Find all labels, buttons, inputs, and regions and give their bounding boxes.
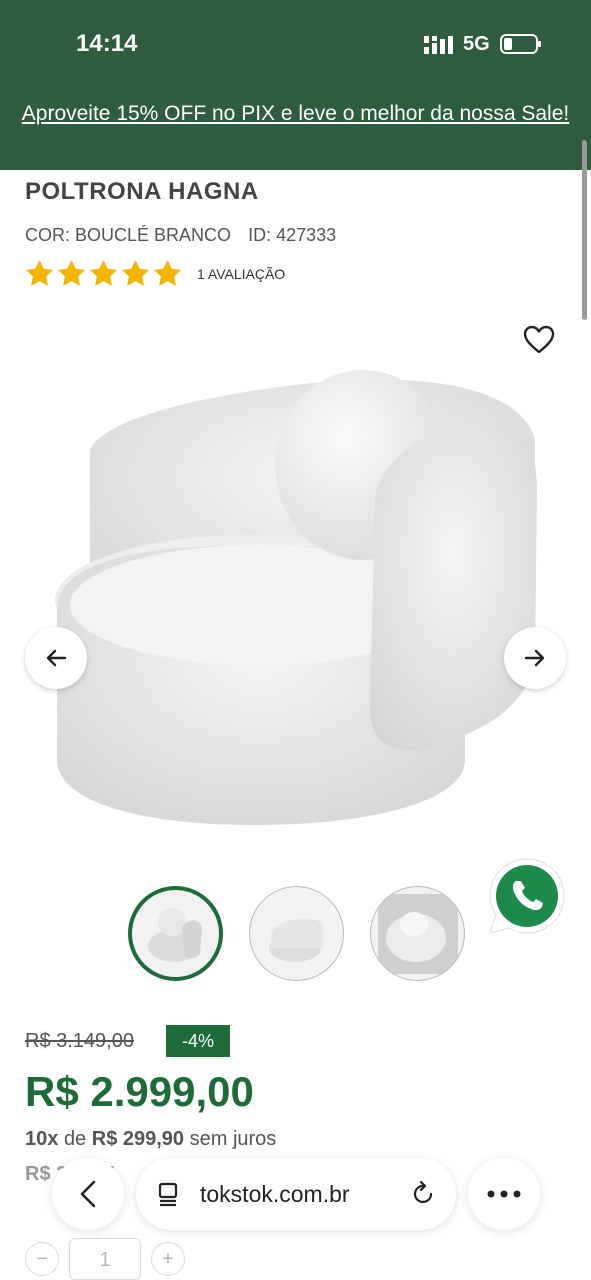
reviews-link[interactable]: 1 AVALIAÇÃO [197, 266, 285, 282]
gallery-thumbnails [128, 886, 465, 981]
installments-count: 10x [25, 1128, 59, 1150]
whatsapp-icon[interactable] [486, 855, 568, 937]
quantity-plus-button[interactable]: + [151, 1242, 185, 1276]
quantity-minus-button[interactable]: − [25, 1242, 59, 1276]
signal-icon [424, 36, 453, 54]
back-icon [80, 1180, 96, 1208]
gallery-prev-button[interactable] [25, 627, 87, 689]
product-title: POLTRONA HAGNA [25, 178, 259, 205]
installments-suffix: sem juros [189, 1128, 277, 1150]
old-price: R$ 3.149,00 [25, 1030, 134, 1052]
product-image [55, 370, 537, 825]
rating-stars[interactable] [24, 258, 183, 289]
product-subtitle: COR: BOUCLÉ BRANCO ID: 427333 [25, 225, 336, 246]
thumbnail-2[interactable] [249, 886, 344, 981]
thumbnail-3[interactable] [370, 886, 465, 981]
heart-icon[interactable] [523, 325, 555, 355]
current-price: R$ 2.999,00 [25, 1068, 254, 1115]
more-icon [487, 1190, 521, 1198]
quantity-input[interactable]: 1 [69, 1238, 141, 1280]
quantity-stepper: − 1 + [25, 1238, 185, 1280]
address-bar[interactable]: tokstok.com.br [136, 1158, 456, 1230]
reload-icon[interactable] [410, 1181, 436, 1207]
status-time: 14:14 [76, 30, 138, 57]
star-icon [121, 259, 150, 286]
thumbnail-1[interactable] [128, 886, 223, 981]
tabs-icon [158, 1182, 178, 1207]
product-id: ID: 427333 [248, 225, 337, 245]
star-icon [153, 259, 182, 286]
star-icon [89, 259, 118, 286]
browser-more-button[interactable] [468, 1158, 540, 1230]
star-icon [25, 259, 54, 286]
discount-badge: -4% [166, 1025, 230, 1057]
browser-toolbar: tokstok.com.br [0, 1150, 591, 1240]
installments-info: 10x de R$ 299,90 sem juros [25, 1128, 276, 1151]
url-text: tokstok.com.br [200, 1180, 350, 1207]
promo-banner-link[interactable]: Aproveite 15% OFF no PIX e leve o melhor… [0, 100, 591, 128]
network-label: 5G [463, 33, 490, 55]
star-icon [57, 259, 86, 286]
top-banner: 14:14 5G Aproveite 15% OFF no PIX e leve… [0, 0, 591, 170]
scrollbar[interactable] [582, 140, 587, 320]
browser-back-button[interactable] [52, 1158, 124, 1230]
arrow-left-icon [46, 649, 67, 667]
battery-icon [500, 34, 541, 54]
installments-of: de [63, 1128, 87, 1150]
gallery-next-button[interactable] [504, 627, 566, 689]
product-color: COR: BOUCLÉ BRANCO [25, 225, 232, 245]
arrow-right-icon [524, 649, 545, 667]
installments-value: R$ 299,90 [91, 1128, 185, 1150]
